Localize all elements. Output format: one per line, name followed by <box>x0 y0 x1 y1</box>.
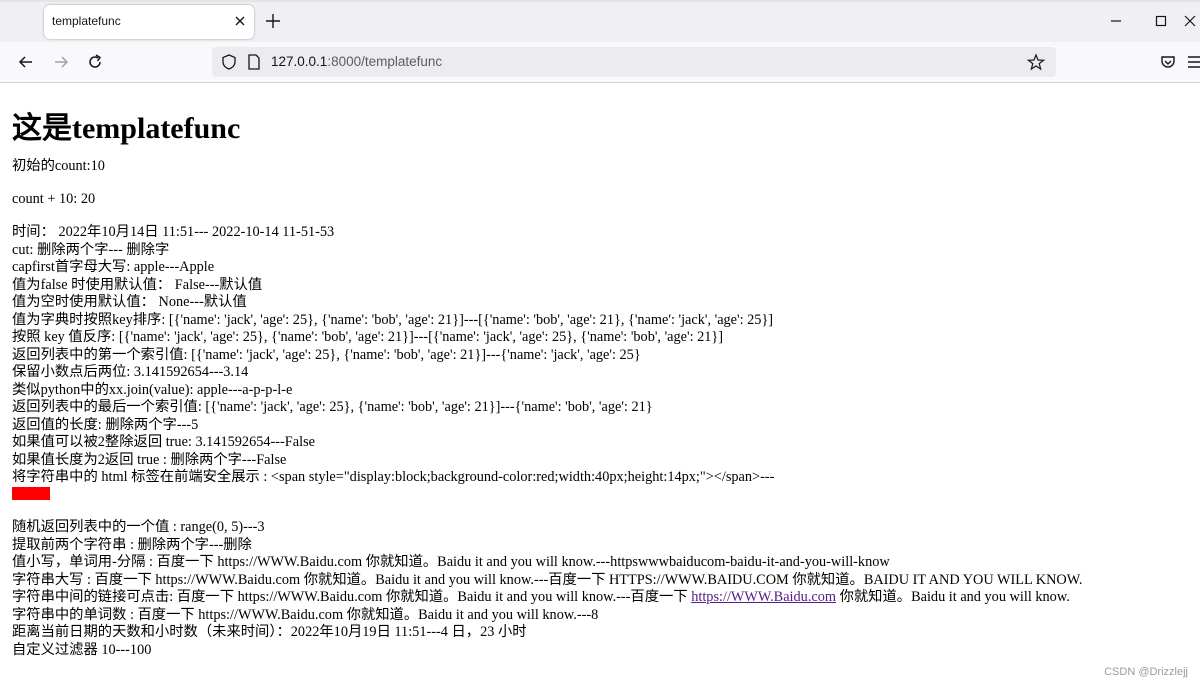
urlize-suffix: 你就知道。Baidu it and you will know. <box>836 589 1070 605</box>
filter-line: 类似python中的xx.join(value): apple---a-p-p-… <box>12 381 293 398</box>
filter-line: 值为字典时按照key排序: [{'name': 'jack', 'age': 2… <box>12 311 774 328</box>
filter-line: 返回列表中的第一个索引值: [{'name': 'jack', 'age': 2… <box>12 346 641 363</box>
initial-count-line: 初始的count:10 <box>12 158 105 174</box>
filter-line: 如果值长度为2返回 true : 删除两个字---False <box>12 451 287 468</box>
filter-line: 返回列表中的最后一个索引值: [{'name': 'jack', 'age': … <box>12 399 653 415</box>
filter-line: 值为false 时使用默认值： False---默认值 <box>12 276 263 293</box>
filter-line: 自定义过滤器 10---100 <box>12 641 152 658</box>
url-host: 127.0.0.1 <box>271 54 328 69</box>
filter-line: 提取前两个字符串 : 删除两个字---删除 <box>12 536 252 553</box>
minimize-window-icon[interactable] <box>1106 12 1126 30</box>
tab-title: templatefunc <box>52 14 121 28</box>
bookmark-star-icon[interactable] <box>1027 53 1045 71</box>
url-path: :8000/templatefunc <box>327 54 443 69</box>
heading-en: templatefunc <box>72 112 241 145</box>
watermark: CSDN @Drizzlejj <box>1104 666 1188 678</box>
heading-cn: 这是 <box>12 112 72 145</box>
filter-line: capfirst首字母大写: apple---Apple <box>12 259 215 275</box>
filter-line: 字符串大写 : 百度一下 https://WWW.Baidu.com 你就知道。… <box>12 571 1083 588</box>
filter-line: 值为空时使用默认值： None---默认值 <box>12 294 247 310</box>
url-text[interactable]: 127.0.0.1:8000/templatefunc <box>271 54 442 69</box>
maximize-window-icon[interactable] <box>1151 12 1171 30</box>
navigation-toolbar: 127.0.0.1:8000/templatefunc <box>0 42 1200 83</box>
active-tab[interactable]: templatefunc <box>44 5 254 39</box>
filter-line: cut: 删除两个字--- 删除字 <box>12 241 170 258</box>
filter-line: 随机返回列表中的一个值 : range(0, 5)---3 <box>12 519 265 535</box>
filter-line: 字符串中的单词数 : 百度一下 https://WWW.Baidu.com 你就… <box>12 606 599 623</box>
filter-line: 按照 key 值反序: [{'name': 'jack', 'age': 25}… <box>12 329 724 345</box>
close-tab-icon[interactable] <box>232 13 248 29</box>
tab-strip-top-edge <box>0 0 1200 2</box>
count-plus-line: count + 10: 20 <box>12 191 96 207</box>
tab-strip: templatefunc <box>0 0 1200 42</box>
new-tab-plus-icon[interactable] <box>264 12 282 30</box>
back-arrow-icon[interactable] <box>16 52 36 72</box>
pocket-icon[interactable] <box>1158 52 1178 72</box>
filter-line: 距离当前日期的天数和小时数（未来时间）：2022年10月19日 11:51---… <box>12 624 527 640</box>
escape-filter-line: 将字符串中的 html 标签在前端安全展示 : <span style="dis… <box>12 469 775 485</box>
filter-line: 时间： 2022年10月14日 11:51--- 2022-10-14 11-5… <box>12 224 335 240</box>
forward-arrow-icon[interactable] <box>51 52 71 72</box>
urlize-prefix: 字符串中间的链接可点击: 百度一下 https://WWW.Baidu.com … <box>12 589 692 605</box>
filter-line: 如果值可以被2整除返回 true: 3.141592654---False <box>12 434 315 450</box>
filter-line: 返回值的长度: 删除两个字---5 <box>12 416 199 433</box>
close-window-icon[interactable] <box>1180 12 1200 30</box>
page-heading: 这是templatefunc <box>12 103 240 147</box>
baidu-link[interactable]: https://WWW.Baidu.com <box>691 589 836 605</box>
safe-rendered-red-span <box>12 487 50 500</box>
urlize-line: 字符串中间的链接可点击: 百度一下 https://WWW.Baidu.com … <box>12 589 1070 606</box>
filter-line: 值小写，单词用-分隔 : 百度一下 https://WWW.Baidu.com … <box>12 554 890 570</box>
address-bar[interactable]: 127.0.0.1:8000/templatefunc <box>212 47 1056 77</box>
reload-icon[interactable] <box>85 52 105 72</box>
filter-line: 保留小数点后两位: 3.141592654---3.14 <box>12 364 249 380</box>
tracking-protection-shield-icon[interactable] <box>220 53 238 71</box>
page-info-icon[interactable] <box>246 53 262 71</box>
hamburger-menu-icon[interactable] <box>1186 52 1200 72</box>
